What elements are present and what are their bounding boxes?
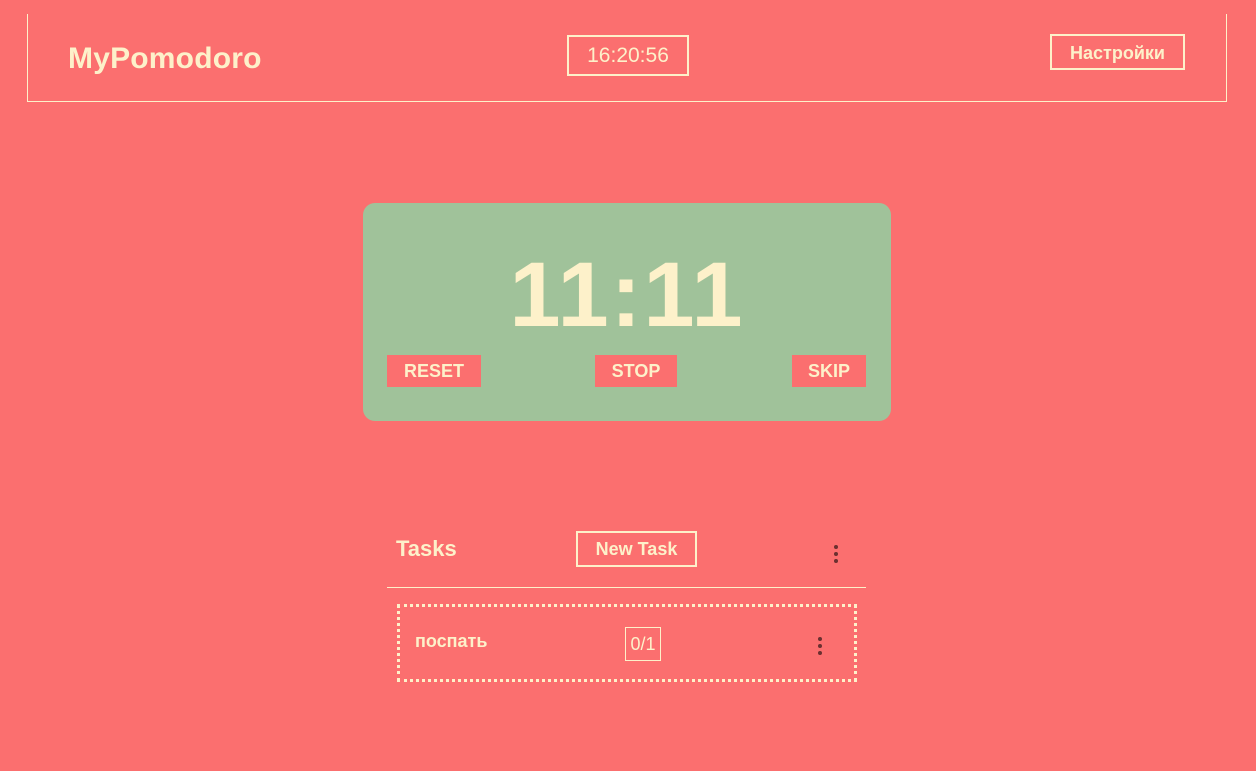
task-progress: 0/1	[625, 627, 661, 661]
kebab-menu-icon[interactable]	[814, 635, 826, 657]
skip-button[interactable]: SKIP	[792, 355, 866, 387]
kebab-menu-icon[interactable]	[830, 543, 842, 565]
stop-button[interactable]: STOP	[595, 355, 677, 387]
current-time: 16:20:56	[567, 35, 689, 76]
task-item[interactable]: поспать 0/1	[397, 604, 857, 682]
app-header: MyPomodoro 16:20:56 Настройки	[27, 14, 1227, 102]
timer-card: 11:11 RESET STOP SKIP	[363, 203, 891, 421]
timer-display: 11:11	[509, 244, 745, 346]
reset-button[interactable]: RESET	[387, 355, 481, 387]
task-name: поспать	[415, 631, 488, 651]
new-task-button[interactable]: New Task	[576, 531, 697, 567]
settings-button[interactable]: Настройки	[1050, 34, 1185, 70]
app-logo: MyPomodoro	[68, 42, 262, 75]
tasks-header: Tasks New Task	[387, 522, 866, 588]
app-page: MyPomodoro 16:20:56 Настройки 11:11 RESE…	[0, 0, 1256, 771]
tasks-title: Tasks	[396, 536, 457, 561]
